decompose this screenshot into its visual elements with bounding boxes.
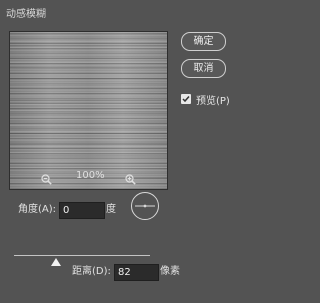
zoom-out-icon[interactable] — [41, 170, 52, 189]
angle-dial[interactable] — [131, 192, 159, 220]
angle-unit: 度 — [106, 204, 116, 215]
motion-blur-dialog: 动感模糊 确定 取消 预览(P) 100% 角度(A): 0 度 距离(D): … — [0, 0, 248, 303]
distance-unit: 像素 — [160, 266, 180, 277]
angle-indicator-icon — [135, 204, 155, 208]
preview-area[interactable] — [9, 31, 168, 190]
distance-label: 距离(D): — [72, 266, 111, 277]
zoom-in-icon[interactable] — [125, 170, 136, 189]
angle-input[interactable] — [59, 202, 105, 219]
preview-label: 预览(P) — [196, 95, 230, 107]
cancel-button[interactable]: 取消 — [181, 59, 226, 78]
distance-input[interactable] — [114, 264, 159, 281]
preview-checkbox[interactable] — [181, 94, 191, 104]
preview-toggle[interactable]: 预览(P) — [181, 92, 230, 107]
distance-slider-track[interactable] — [14, 255, 150, 256]
checkmark-icon — [182, 96, 190, 103]
ok-button[interactable]: 确定 — [181, 32, 226, 51]
zoom-level: 100% — [76, 170, 105, 181]
angle-label: 角度(A): — [18, 204, 57, 215]
dialog-title: 动感模糊 — [6, 9, 46, 20]
